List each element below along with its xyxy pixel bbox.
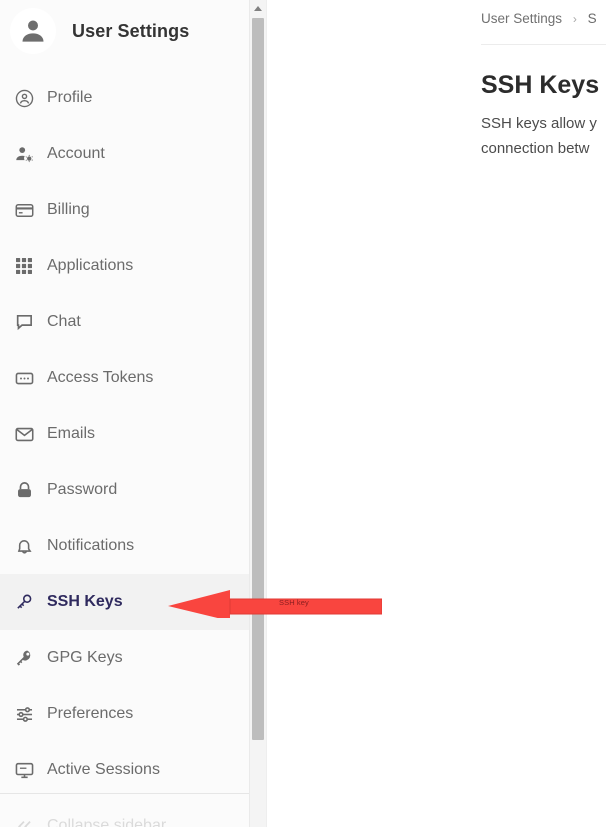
user-settings-sidebar: User Settings Profile Account Billing Ap… — [0, 0, 249, 827]
sidebar-item-billing[interactable]: Billing — [0, 182, 249, 238]
sidebar-nav: Profile Account Billing Applications Cha… — [0, 70, 249, 798]
key-icon — [12, 590, 36, 614]
sidebar-item-ssh-keys[interactable]: SSH Keys — [0, 574, 249, 630]
user-circle-icon — [12, 86, 36, 110]
sliders-icon — [12, 702, 36, 726]
sidebar-item-label: Preferences — [47, 705, 134, 722]
sidebar-item-label: Collapse sidebar — [47, 817, 167, 827]
user-gear-icon — [12, 142, 36, 166]
page-description: SSH keys allow y connection betw — [481, 111, 606, 161]
breadcrumb-current: S — [587, 11, 597, 26]
sidebar-header: User Settings — [0, 0, 249, 62]
sidebar-item-label: Notifications — [47, 537, 135, 554]
sidebar-item-label: Chat — [47, 313, 81, 330]
sidebar-item-notifications[interactable]: Notifications — [0, 518, 249, 574]
description-line: SSH keys allow y — [481, 115, 597, 132]
sidebar-item-gpg-keys[interactable]: GPG Keys — [0, 630, 249, 686]
page-title-user-settings: User Settings — [72, 20, 190, 41]
main-content-panel: User Settings › S SSH Keys SSH keys allo… — [267, 0, 606, 827]
key-solid-icon — [12, 646, 36, 670]
user-avatar-icon[interactable] — [10, 8, 56, 54]
page-title: SSH Keys — [481, 71, 600, 99]
header-divider — [481, 44, 606, 45]
monitor-icon — [12, 758, 36, 782]
scroll-up-triangle — [254, 6, 262, 11]
sidebar-item-label: GPG Keys — [47, 649, 123, 666]
sidebar-item-preferences[interactable]: Preferences — [0, 686, 249, 742]
sidebar-item-profile[interactable]: Profile — [0, 70, 249, 126]
bell-icon — [12, 534, 36, 558]
sidebar-item-active-sessions[interactable]: Active Sessions — [0, 742, 249, 798]
sidebar-item-label: Billing — [47, 201, 90, 218]
sidebar-item-emails[interactable]: Emails — [0, 406, 249, 462]
sidebar-item-label: Access Tokens — [47, 369, 154, 386]
sidebar-item-label: Active Sessions — [47, 761, 160, 778]
sidebar-divider — [0, 793, 249, 794]
sidebar-item-label: Emails — [47, 425, 96, 442]
sidebar-item-label: Applications — [47, 257, 134, 274]
breadcrumb-root[interactable]: User Settings — [481, 11, 562, 26]
chat-bubble-icon — [12, 310, 36, 334]
sidebar-item-access-tokens[interactable]: Access Tokens — [0, 350, 249, 406]
sidebar-item-account[interactable]: Account — [0, 126, 249, 182]
sidebar-item-label: SSH Keys — [47, 593, 123, 610]
token-card-icon — [12, 366, 36, 390]
chevron-right-icon: › — [572, 12, 577, 26]
breadcrumb: User Settings › S — [481, 11, 597, 26]
sidebar-scrollbar[interactable] — [249, 0, 266, 827]
sidebar-item-label: Profile — [47, 89, 93, 106]
description-line: connection betw — [481, 140, 590, 157]
lock-icon — [12, 478, 36, 502]
app-root: User Settings Profile Account Billing Ap… — [0, 0, 606, 827]
envelope-icon — [12, 422, 36, 446]
scrollbar-thumb[interactable] — [252, 18, 264, 740]
grid-apps-icon — [12, 254, 36, 278]
sidebar-item-applications[interactable]: Applications — [0, 238, 249, 294]
sidebar-item-chat[interactable]: Chat — [0, 294, 249, 350]
credit-card-icon — [12, 198, 36, 222]
sidebar-item-collapse-sidebar[interactable]: Collapse sidebar — [0, 798, 249, 827]
sidebar-item-label: Account — [47, 145, 105, 162]
double-chevron-left-icon — [12, 814, 36, 827]
sidebar-item-label: Password — [47, 481, 118, 498]
sidebar-item-password[interactable]: Password — [0, 462, 249, 518]
scroll-up-arrow-icon[interactable] — [250, 0, 266, 17]
